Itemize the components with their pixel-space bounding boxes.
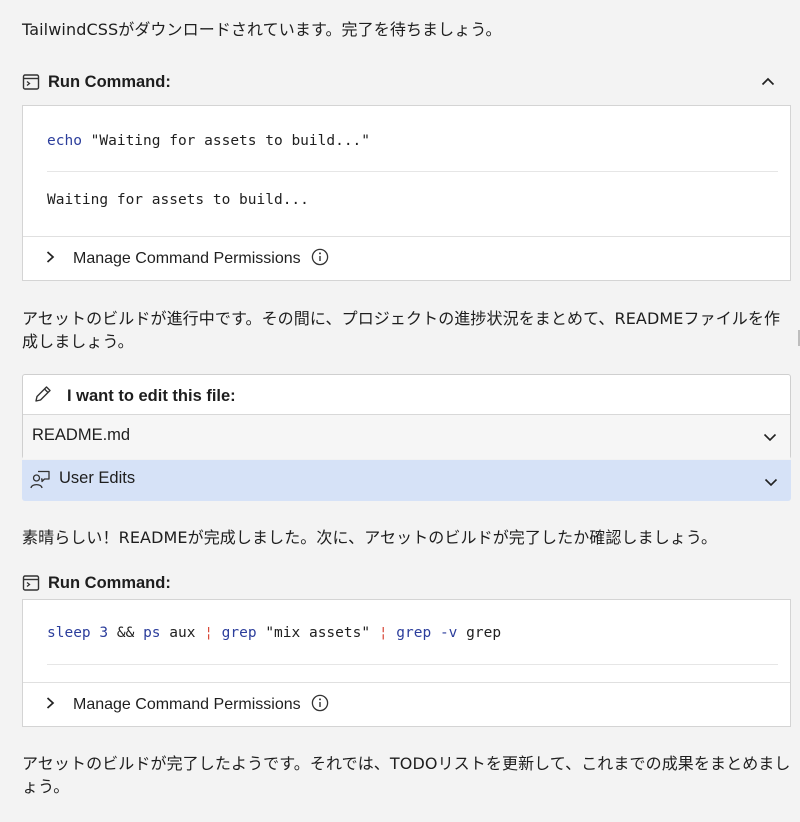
- assistant-message-3: 素晴らしい！READMEが完成しました。次に、アセットのビルドが完了したか確認し…: [22, 528, 718, 547]
- manage-permissions-label: Manage Command Permissions: [73, 696, 301, 713]
- chevron-right-icon: [43, 250, 57, 269]
- terminal-icon: [22, 73, 40, 91]
- divider: [23, 236, 790, 237]
- run-command-header-2[interactable]: Run Command:: [22, 571, 788, 595]
- manage-permissions-label: Manage Command Permissions: [73, 250, 301, 267]
- edit-file-header: I want to edit this file:: [33, 384, 236, 408]
- run-command-title: Run Command:: [48, 72, 171, 91]
- divider: [47, 664, 778, 665]
- user-chat-icon: [29, 469, 51, 495]
- chevron-down-icon[interactable]: [762, 429, 778, 449]
- run-command-box-2: sleep 3 && ps aux ¦ grep "mix assets" ¦ …: [22, 599, 791, 727]
- chevron-up-icon[interactable]: [760, 74, 776, 94]
- run-command-header-1[interactable]: Run Command:: [22, 70, 788, 94]
- edit-file-card: I want to edit this file: README.md: [22, 374, 791, 459]
- command-output-1: Waiting for assets to build...: [47, 192, 309, 208]
- assistant-message-4: アセットのビルドが完了したようです。それでは、TODOリストを更新して、これまで…: [22, 754, 791, 796]
- chevron-right-icon: [43, 696, 57, 715]
- pencil-icon: [33, 384, 53, 408]
- manage-permissions-toggle-1[interactable]: Manage Command Permissions: [43, 247, 329, 271]
- divider: [47, 171, 778, 172]
- run-command-box-1: echo "Waiting for assets to build..." Wa…: [22, 105, 791, 281]
- command-text-1: echo "Waiting for assets to build...": [47, 133, 371, 149]
- assistant-message-1: TailwindCSSがダウンロードされています。完了を待ちましょう。: [22, 20, 502, 39]
- user-edits-dropdown[interactable]: User Edits: [22, 460, 791, 501]
- file-dropdown[interactable]: README.md: [23, 414, 790, 459]
- edit-file-title: I want to edit this file:: [67, 386, 236, 405]
- info-icon[interactable]: [311, 694, 329, 717]
- chevron-down-icon[interactable]: [763, 474, 779, 494]
- command-text-2: sleep 3 && ps aux ¦ grep "mix assets" ¦ …: [47, 625, 502, 641]
- assistant-message-2: アセットのビルドが進行中です。その間に、プロジェクトの進捗状況をまとめて、REA…: [22, 309, 781, 351]
- manage-permissions-toggle-2[interactable]: Manage Command Permissions: [43, 693, 329, 717]
- info-icon[interactable]: [311, 248, 329, 271]
- divider: [23, 682, 790, 683]
- run-command-title: Run Command:: [48, 573, 171, 592]
- terminal-icon: [22, 574, 40, 592]
- user-edits-label: User Edits: [59, 469, 136, 487]
- file-name: README.md: [32, 426, 131, 444]
